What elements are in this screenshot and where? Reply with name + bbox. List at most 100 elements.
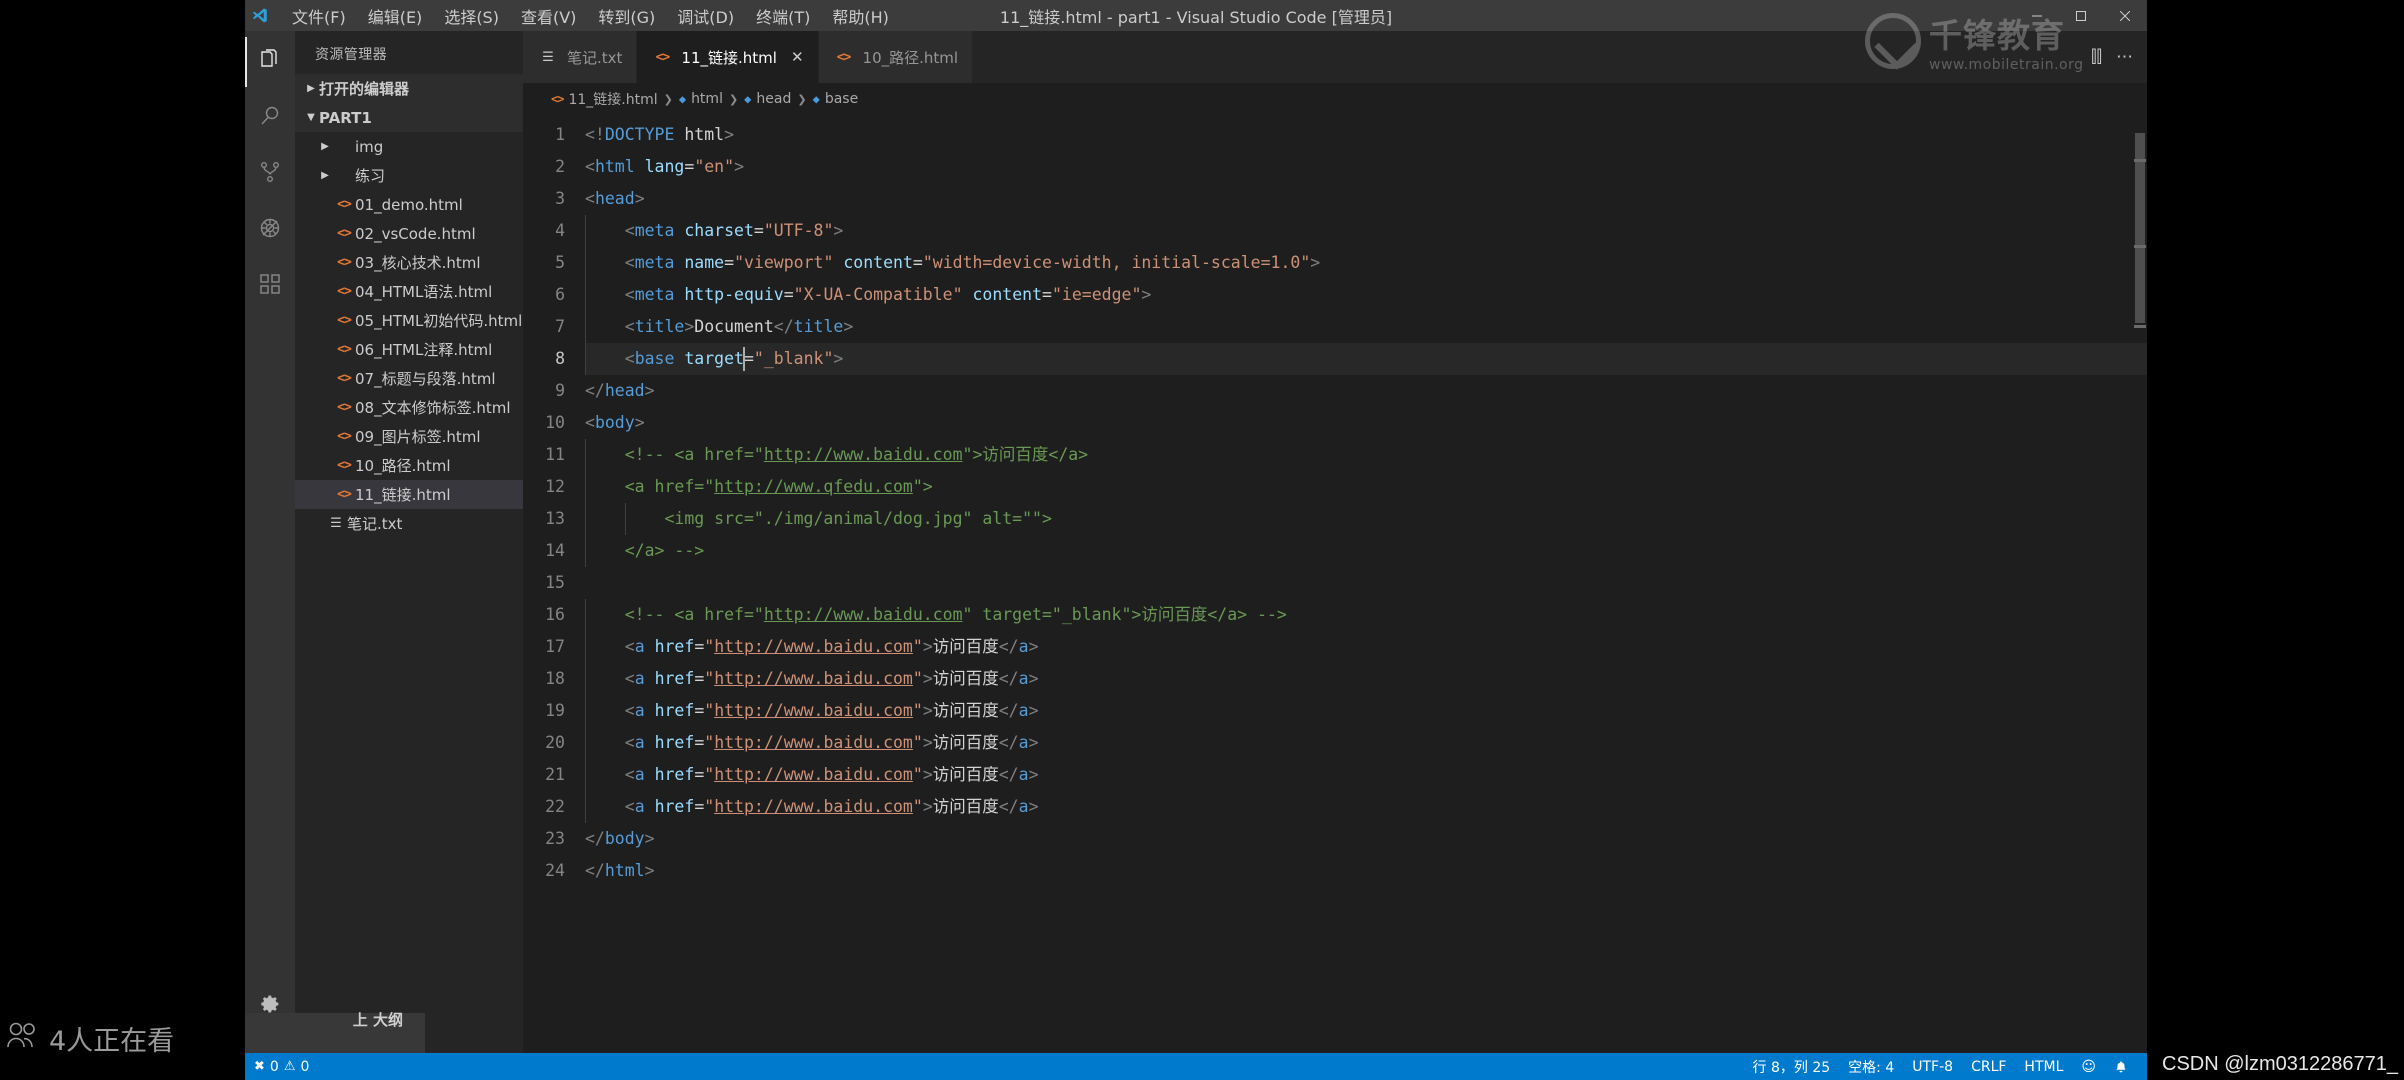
- section-open-editors[interactable]: ▶ 打开的编辑器: [295, 74, 523, 103]
- tab-notes-txt[interactable]: ☰ 笔记.txt: [523, 31, 638, 83]
- tree-item-folder-lianxi[interactable]: ▶ 练习: [295, 161, 523, 190]
- menu-selection[interactable]: 选择(S): [433, 0, 510, 32]
- code-line[interactable]: </head>: [585, 375, 2147, 407]
- debug-icon: [258, 216, 282, 245]
- tree-item-02-vscode[interactable]: <> 02_vsCode.html: [295, 219, 523, 248]
- chevron-right-icon: ❯: [728, 92, 739, 106]
- tree-item-folder-img[interactable]: ▶ img: [295, 132, 523, 161]
- code-line[interactable]: <a href="http://www.baidu.com">访问百度</a>: [585, 663, 2147, 695]
- breadcrumb-item-file[interactable]: <> 11_链接.html: [551, 89, 658, 109]
- breadcrumb-item-html[interactable]: ◆ html: [679, 91, 723, 107]
- code-line[interactable]: <head>: [585, 183, 2147, 215]
- window-controls[interactable]: [2015, 0, 2147, 31]
- tree-item-07-headings[interactable]: <> 07_标题与段落.html: [295, 364, 523, 393]
- tree-item-03-core[interactable]: <> 03_核心技术.html: [295, 248, 523, 277]
- menu-view[interactable]: 查看(V): [510, 0, 587, 32]
- editor-actions: ⫿⫿ ⋯: [2091, 31, 2147, 83]
- code-line[interactable]: [585, 567, 2147, 599]
- code-line[interactable]: <a href="http://www.baidu.com">访问百度</a>: [585, 631, 2147, 663]
- menu-file[interactable]: 文件(F): [281, 0, 357, 32]
- file-tree: ▶ img ▶ 练习 <> 01_demo.html <> 02_vsCode.…: [295, 132, 523, 538]
- bell-icon[interactable]: [2105, 1053, 2137, 1080]
- code-line[interactable]: <a href="http://www.baidu.com">访问百度</a>: [585, 727, 2147, 759]
- status-problems[interactable]: ✖ 0 ⚠ 0: [245, 1053, 318, 1080]
- activity-explorer[interactable]: [245, 37, 295, 87]
- code-line[interactable]: <a href="http://www.qfedu.com">: [585, 471, 2147, 503]
- code-line[interactable]: <!DOCTYPE html>: [585, 119, 2147, 151]
- code-line[interactable]: <a href="http://www.baidu.com">访问百度</a>: [585, 791, 2147, 823]
- code-line[interactable]: <a href="http://www.baidu.com">访问百度</a>: [585, 695, 2147, 727]
- status-eol[interactable]: CRLF: [1962, 1053, 2015, 1080]
- tree-item-10-paths[interactable]: <> 10_路径.html: [295, 451, 523, 480]
- code-line[interactable]: <html lang="en">: [585, 151, 2147, 183]
- line-number: 21: [545, 765, 565, 784]
- status-cursor-position[interactable]: 行 8，列 25: [1744, 1053, 1840, 1080]
- tree-item-11-links[interactable]: <> 11_链接.html: [295, 480, 523, 509]
- sidebar-title: 资源管理器: [315, 47, 387, 63]
- activity-search[interactable]: [245, 93, 295, 143]
- line-number: 2: [555, 157, 565, 176]
- menu-terminal[interactable]: 终端(T): [745, 0, 821, 32]
- menu-help[interactable]: 帮助(H): [821, 0, 900, 32]
- code-line[interactable]: <meta charset="UTF-8">: [585, 215, 2147, 247]
- line-number: 12: [545, 477, 565, 496]
- code-line[interactable]: <!-- <a href="http://www.baidu.com">访问百度…: [585, 439, 2147, 471]
- status-indentation[interactable]: 空格: 4: [1839, 1053, 1903, 1080]
- menu-bar[interactable]: 文件(F) 编辑(E) 选择(S) 查看(V) 转到(G) 调试(D) 终端(T…: [281, 0, 900, 32]
- code-line[interactable]: <body>: [585, 407, 2147, 439]
- activity-debug[interactable]: [245, 205, 295, 255]
- code-line[interactable]: </body>: [585, 823, 2147, 855]
- breadcrumb-item-base[interactable]: ◆ base: [813, 91, 859, 107]
- status-encoding[interactable]: UTF-8: [1903, 1053, 1962, 1080]
- text-cursor: [743, 347, 745, 371]
- code-line[interactable]: <meta name="viewport" content="width=dev…: [585, 247, 2147, 279]
- menu-debug[interactable]: 调试(D): [666, 0, 745, 32]
- tree-item-notes-txt[interactable]: ☰ 笔记.txt: [295, 509, 523, 538]
- tree-item-06-comments[interactable]: <> 06_HTML注释.html: [295, 335, 523, 364]
- html-file-icon: <>: [836, 49, 852, 65]
- sidebar: 资源管理器 ▶ 打开的编辑器 ▼ PART1 ▶ img ▶ 练习 <> 01_…: [295, 31, 523, 1053]
- close-button[interactable]: [2103, 0, 2147, 31]
- tab-11-links-html[interactable]: <> 11_链接.html ✕: [637, 31, 819, 83]
- tree-item-label: 08_文本修饰标签.html: [355, 399, 511, 417]
- right-letterbox: [2147, 0, 2404, 1080]
- code-line[interactable]: <base target="_blank">: [585, 343, 2147, 375]
- line-number: 20: [545, 733, 565, 752]
- code-line[interactable]: </a> -->: [585, 535, 2147, 567]
- code-line[interactable]: <!-- <a href="http://www.baidu.com" targ…: [585, 599, 2147, 631]
- breadcrumb-item-head[interactable]: ◆ head: [744, 91, 791, 107]
- menu-edit[interactable]: 编辑(E): [357, 0, 434, 32]
- status-language-mode[interactable]: HTML: [2015, 1053, 2072, 1080]
- code-editor[interactable]: 1 2 3 4 5 6 7 8 9 10 11 12 13 14 15 16 17 18 19 20 21 22 23 24 …: [523, 115, 2147, 1053]
- line-number: 19: [545, 701, 565, 720]
- maximize-button[interactable]: [2059, 0, 2103, 31]
- smiley-icon[interactable]: ☺: [2072, 1053, 2105, 1080]
- tab-label: 10_路径.html: [862, 48, 959, 67]
- code-line[interactable]: <a href="http://www.baidu.com">访问百度</a>: [585, 759, 2147, 791]
- minimize-button[interactable]: [2015, 0, 2059, 31]
- tree-item-label: 03_核心技术.html: [355, 254, 481, 272]
- error-count: 0: [269, 1058, 279, 1075]
- tree-item-04-syntax[interactable]: <> 04_HTML语法.html: [295, 277, 523, 306]
- code-line[interactable]: <img src="./img/animal/dog.jpg" alt="">: [585, 503, 2147, 535]
- html-file-icon: <>: [337, 226, 352, 241]
- menu-go[interactable]: 转到(G): [587, 0, 666, 32]
- tree-item-05-initial[interactable]: <> 05_HTML初始代码.html: [295, 306, 523, 335]
- tree-item-09-image-tags[interactable]: <> 09_图片标签.html: [295, 422, 523, 451]
- tree-item-01-demo[interactable]: <> 01_demo.html: [295, 190, 523, 219]
- code-line[interactable]: <meta http-equiv="X-UA-Compatible" conte…: [585, 279, 2147, 311]
- code-line[interactable]: </html>: [585, 855, 2147, 887]
- activity-source-control[interactable]: [245, 149, 295, 199]
- tree-item-08-text-tags[interactable]: <> 08_文本修饰标签.html: [295, 393, 523, 422]
- code-lines[interactable]: <!DOCTYPE html> <html lang="en"> <head> <m…: [585, 119, 2147, 887]
- tag-icon: ◆: [812, 92, 820, 106]
- tab-10-paths-html[interactable]: <> 10_路径.html: [818, 31, 974, 83]
- section-part1[interactable]: ▼ PART1: [295, 103, 523, 132]
- chevron-right-icon: ❯: [797, 92, 807, 106]
- code-line[interactable]: <title>Document</title>: [585, 311, 2147, 343]
- activity-extensions[interactable]: [245, 261, 295, 311]
- editor-scrollbar[interactable]: [2133, 115, 2147, 1053]
- more-actions-icon[interactable]: ⋯: [2116, 47, 2133, 67]
- close-icon[interactable]: ✕: [791, 48, 804, 66]
- split-editor-icon[interactable]: ⫿⫿: [2091, 47, 2102, 67]
